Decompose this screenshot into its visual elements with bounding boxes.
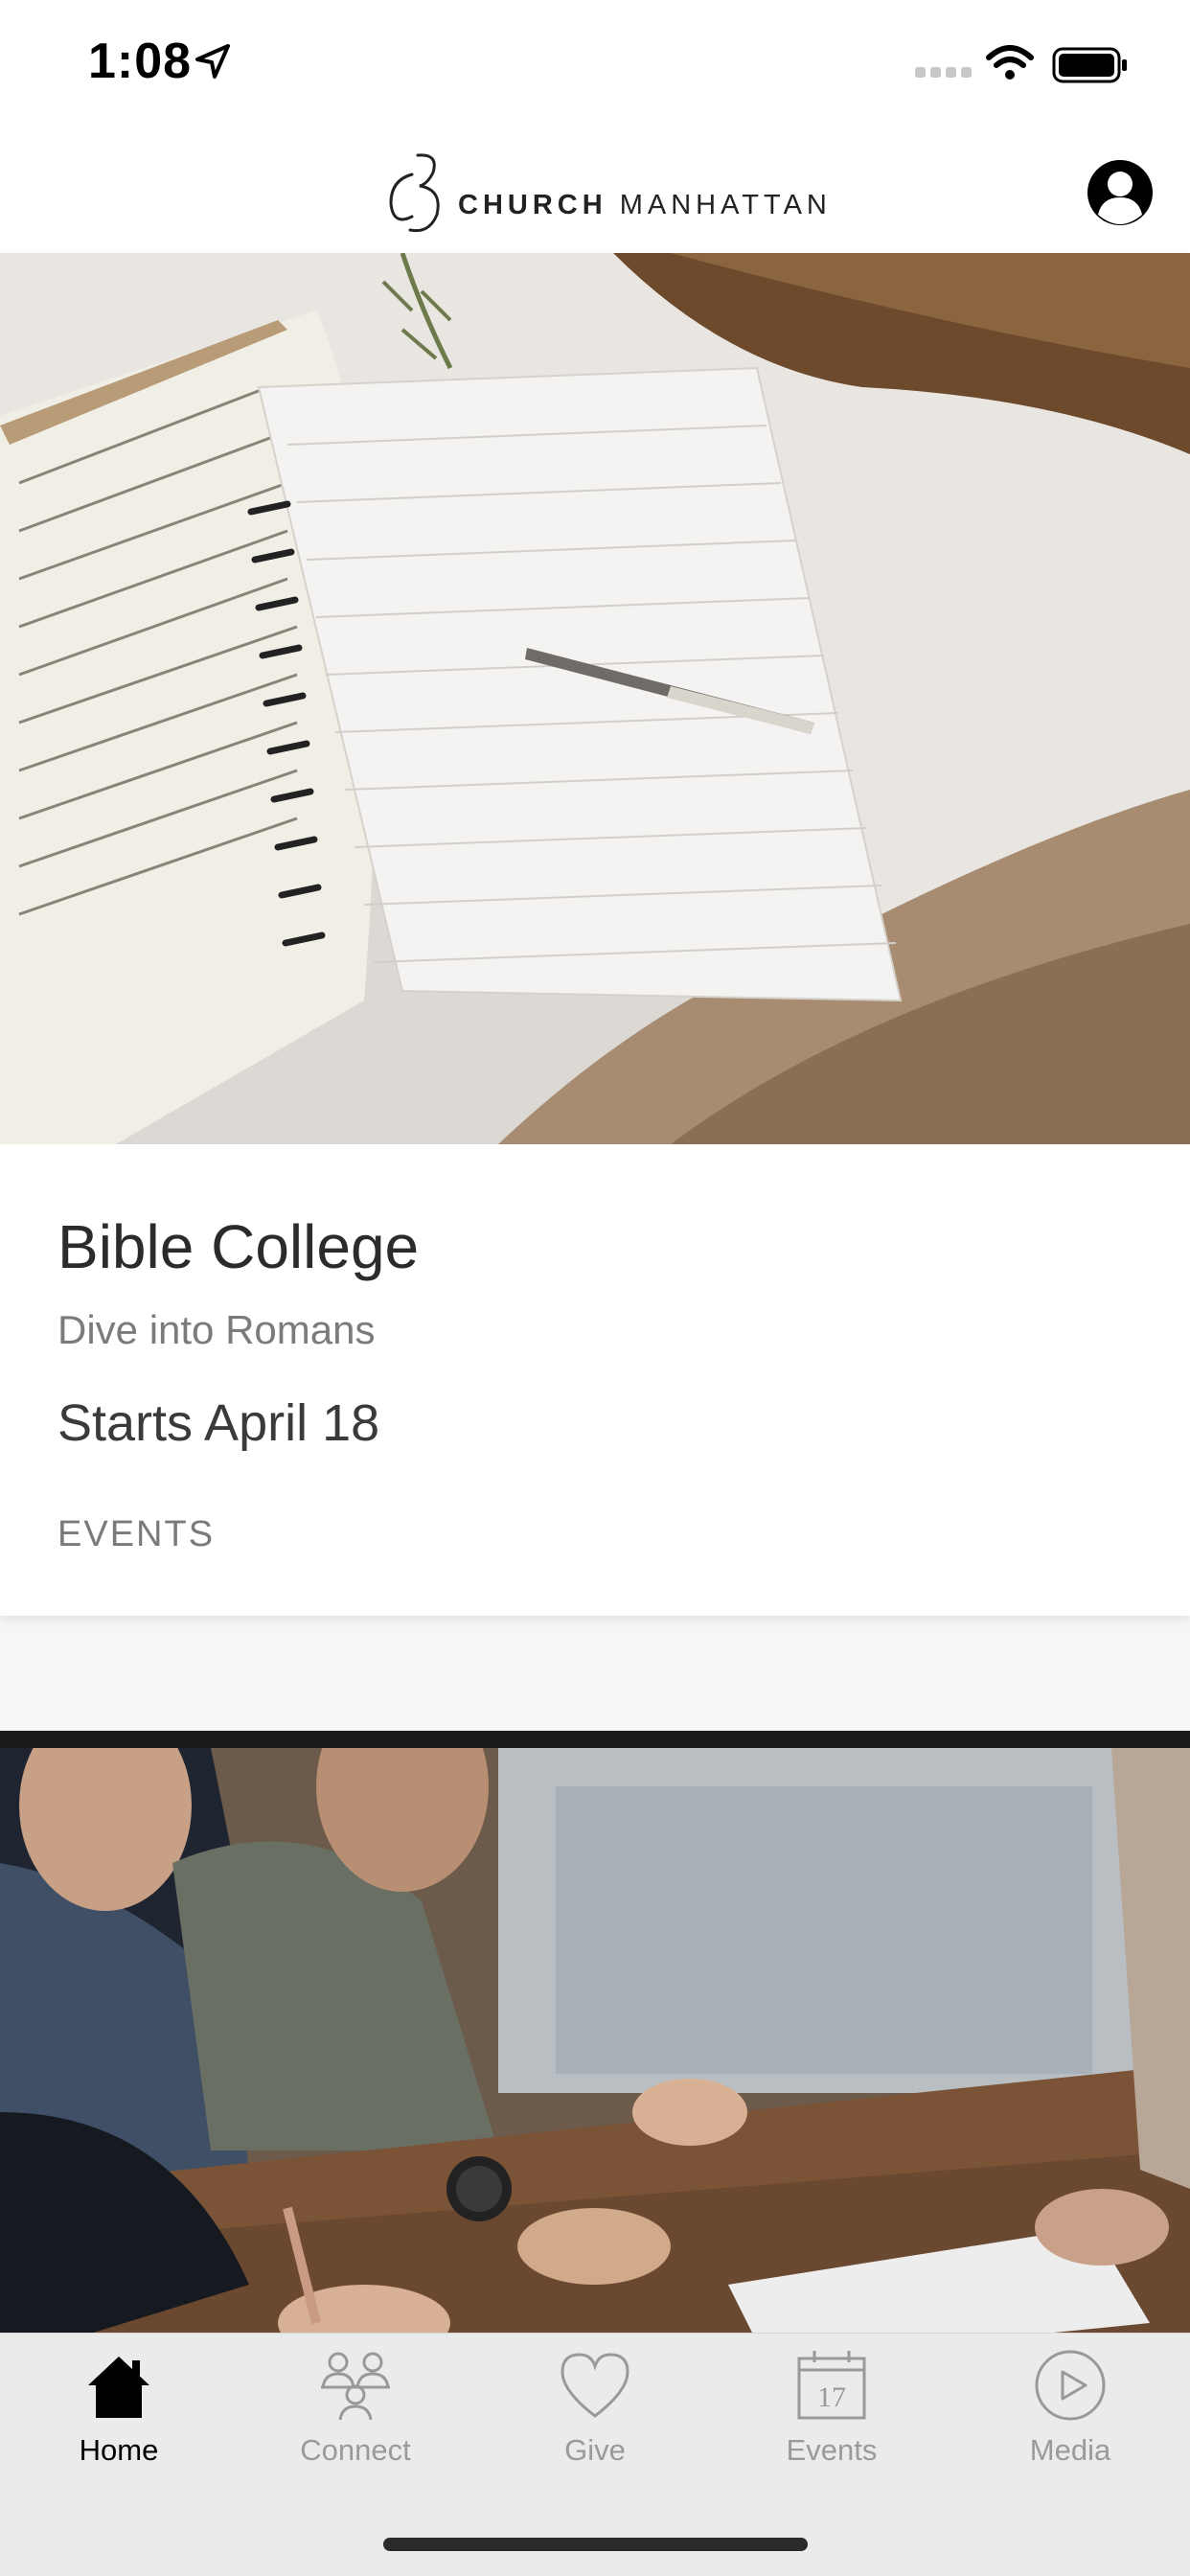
- cellular-signal-icon: [915, 67, 972, 78]
- tab-label: Give: [564, 2433, 626, 2467]
- calendar-icon: 17: [797, 2351, 866, 2420]
- battery-icon: [1052, 47, 1127, 83]
- card-hero-image: [0, 253, 1190, 1144]
- heart-icon: [561, 2353, 629, 2418]
- logo-word-bold: CHURCH: [458, 189, 607, 220]
- card-hero-image-2: [0, 1748, 1190, 2344]
- screen: 1:08 CHURCH MANHATTAN Bible College Dive…: [0, 0, 1190, 2576]
- location-arrow-icon: [195, 44, 230, 79]
- tab-home[interactable]: Home: [23, 2347, 215, 2468]
- tab-media[interactable]: Media: [974, 2347, 1166, 2468]
- play-icon: [1035, 2350, 1106, 2421]
- wifi-icon: [986, 45, 1034, 80]
- home-icon: [88, 2357, 149, 2418]
- tab-label: Home: [79, 2433, 159, 2467]
- app-header: CHURCH MANHATTAN: [0, 128, 1190, 253]
- status-bar: 1:08: [0, 0, 1190, 128]
- card-title: Bible College: [57, 1212, 420, 1281]
- c3-logo-mark: [389, 153, 440, 233]
- people-icon: [321, 2352, 390, 2421]
- tab-label: Events: [786, 2433, 878, 2467]
- event-card[interactable]: Bible College Dive into Romans Starts Ap…: [0, 253, 1190, 1616]
- event-card-2[interactable]: [0, 1731, 1190, 2344]
- card-subtitle: Dive into Romans: [57, 1307, 376, 1352]
- home-indicator[interactable]: [383, 2538, 808, 2551]
- profile-icon[interactable]: [1087, 159, 1154, 226]
- tab-events[interactable]: 17 Events: [736, 2347, 927, 2468]
- card-date: Starts April 18: [57, 1394, 380, 1452]
- status-time: 1:08: [88, 34, 193, 89]
- logo-word-light: MANHATTAN: [619, 189, 832, 220]
- church-logo[interactable]: CHURCH MANHATTAN: [383, 148, 832, 234]
- tab-label: Connect: [300, 2433, 411, 2467]
- logo-wordmark: CHURCH MANHATTAN: [458, 190, 832, 221]
- calendar-day: 17: [817, 2381, 846, 2413]
- tab-connect[interactable]: Connect: [260, 2347, 451, 2468]
- card-category: EVENTS: [57, 1514, 216, 1554]
- tab-label: Media: [1029, 2433, 1111, 2467]
- tab-give[interactable]: Give: [499, 2347, 691, 2468]
